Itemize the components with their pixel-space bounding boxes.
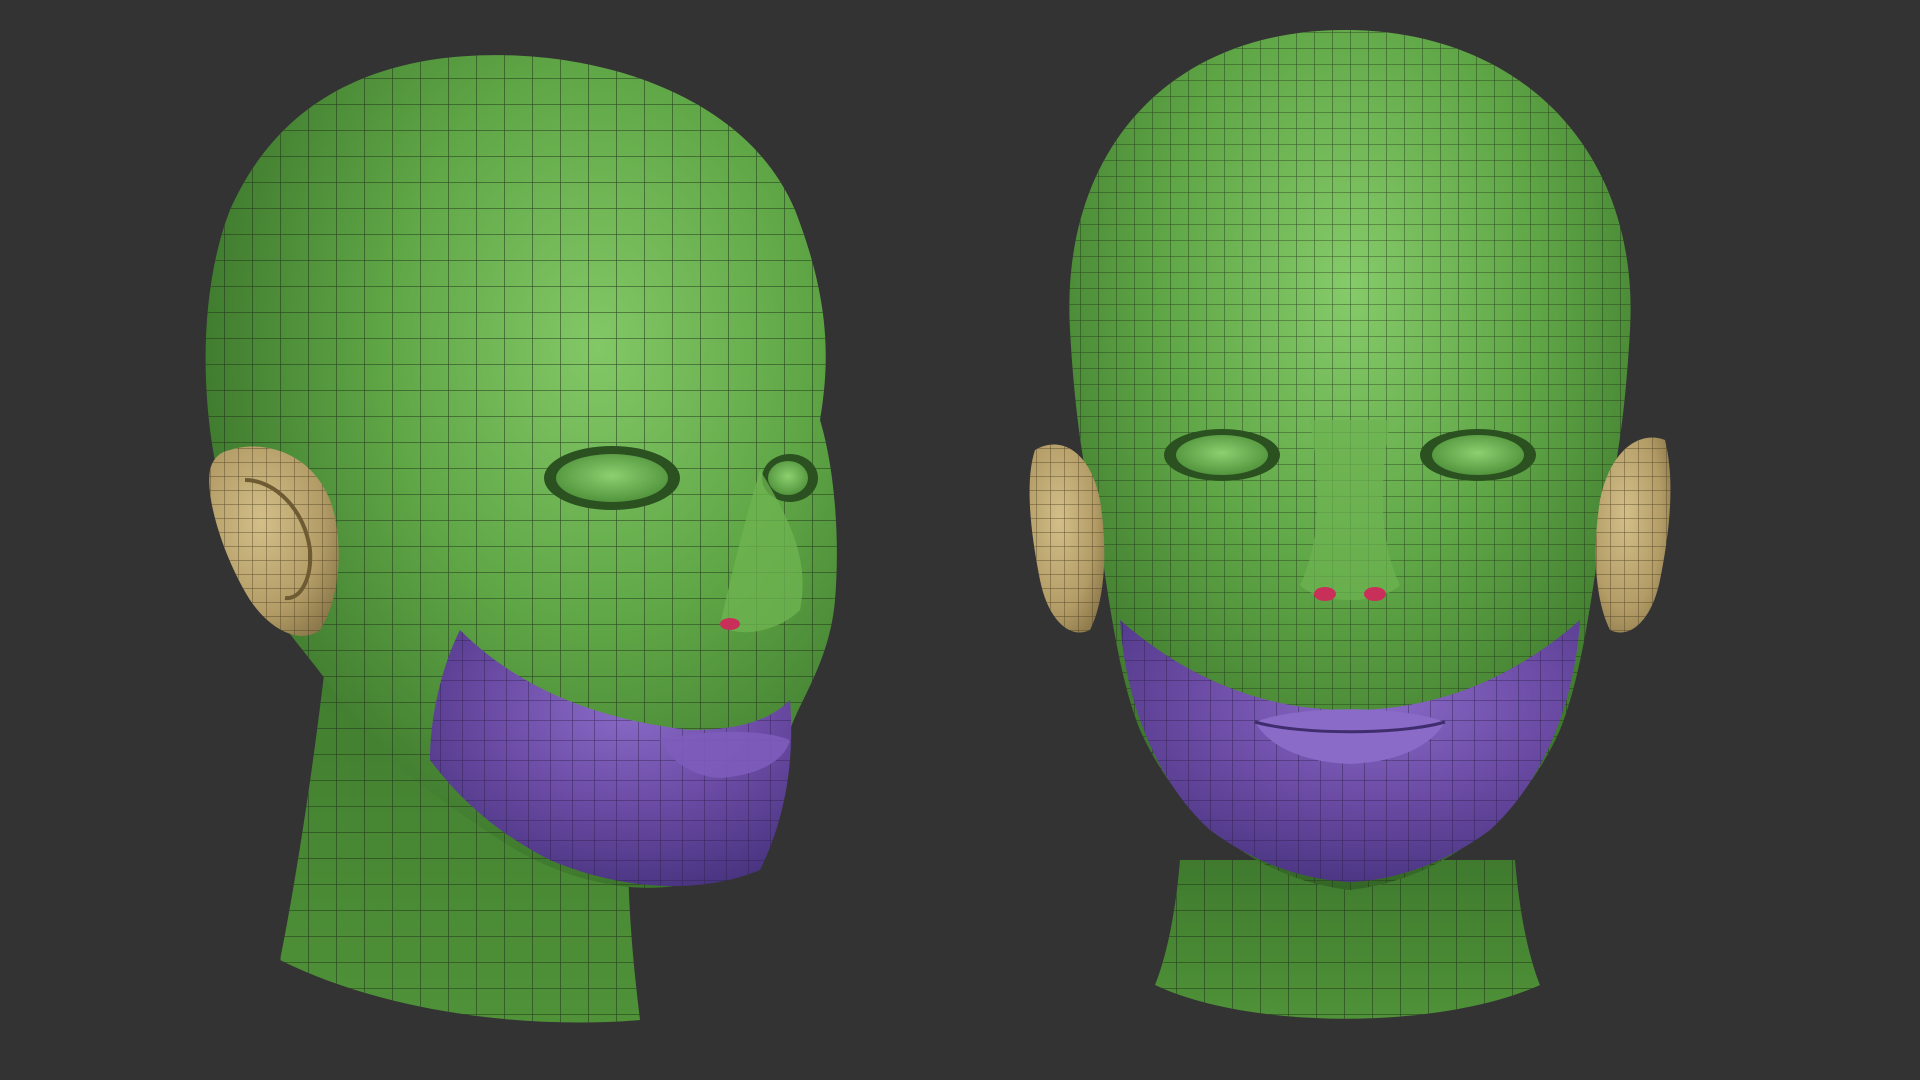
head-three-quarter-view — [205, 55, 837, 1023]
nostril — [720, 618, 740, 630]
viewport-canvas — [205, 30, 1671, 1023]
head-front-view — [1029, 30, 1671, 1019]
nostril-right — [1364, 587, 1386, 601]
nostril-left — [1314, 587, 1336, 601]
viewport — [0, 0, 1920, 1080]
